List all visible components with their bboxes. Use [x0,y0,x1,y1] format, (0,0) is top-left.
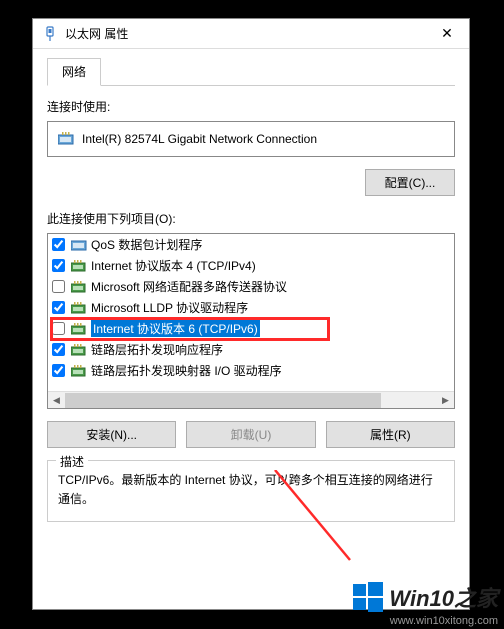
windows-logo-icon [353,582,383,612]
item-checkbox[interactable] [52,322,65,335]
list-item[interactable]: Internet 协议版本 4 (TCP/IPv4) [48,255,454,276]
watermark: Win10之家 www.win10xitong.com [353,581,498,627]
close-icon: ✕ [441,25,453,42]
description-legend: 描述 [56,453,88,470]
window-title: 以太网 属性 [65,25,427,42]
scroll-thumb[interactable] [65,393,381,408]
proto-icon [71,364,87,378]
proto-icon [71,259,87,273]
list-item[interactable]: 链路层拓扑发现响应程序 [48,339,454,360]
titlebar: 以太网 属性 ✕ [33,19,469,49]
qos-icon [71,238,87,252]
configure-button[interactable]: 配置(C)... [365,169,455,196]
item-checkbox[interactable] [52,343,65,356]
item-label: Internet 协议版本 6 (TCP/IPv6) [91,320,260,337]
install-button[interactable]: 安装(N)... [47,421,176,448]
components-listbox[interactable]: QoS 数据包计划程序 Internet 协议版本 4 (TCP/IPv4) Mic… [47,233,455,409]
list-item[interactable]: Microsoft 网络适配器多路传送器协议 [48,276,454,297]
proto-icon [71,301,87,315]
item-checkbox[interactable] [52,238,65,251]
tab-body: 连接时使用: Intel(R) 82574L Gigabit Network C… [47,86,455,522]
proto-icon [71,280,87,294]
ethernet-icon [43,26,57,42]
item-label: 链路层拓扑发现映射器 I/O 驱动程序 [91,362,282,379]
scroll-left-icon[interactable]: ◀ [48,393,65,408]
configure-row: 配置(C)... [47,169,455,196]
watermark-title: Win10之家 [389,581,498,613]
list-item[interactable]: QoS 数据包计划程序 [48,234,454,255]
description-fieldset: 描述 TCP/IPv6。最新版本的 Internet 协议，可以跨多个相互连接的… [47,460,455,522]
list-item[interactable]: Internet 协议版本 6 (TCP/IPv6) [48,318,454,339]
watermark-url: www.win10xitong.com [353,615,498,627]
content-area: 网络 连接时使用: Intel(R) 82574L Gigabit Networ… [33,49,469,536]
scroll-right-icon[interactable]: ▶ [437,393,454,408]
item-label: Microsoft LLDP 协议驱动程序 [91,299,248,316]
item-checkbox[interactable] [52,259,65,272]
uninstall-button[interactable]: 卸载(U) [186,421,315,448]
item-label: 链路层拓扑发现响应程序 [91,341,223,358]
item-checkbox[interactable] [52,280,65,293]
list-item[interactable]: 链路层拓扑发现映射器 I/O 驱动程序 [48,360,454,381]
description-text: TCP/IPv6。最新版本的 Internet 协议，可以跨多个相互连接的网络进… [58,471,444,509]
item-checkbox[interactable] [52,364,65,377]
connect-using-label: 连接时使用: [47,98,455,115]
ethernet-properties-window: 以太网 属性 ✕ 网络 连接时使用: Intel(R) 82574L Gigab… [32,18,470,610]
adapter-name: Intel(R) 82574L Gigabit Network Connecti… [82,132,317,146]
proto-icon [71,322,87,336]
item-label: Internet 协议版本 4 (TCP/IPv4) [91,257,256,274]
properties-button[interactable]: 属性(R) [326,421,455,448]
item-label: Microsoft 网络适配器多路传送器协议 [91,278,287,295]
tab-network[interactable]: 网络 [47,58,101,86]
nic-icon [58,132,74,146]
adapter-box: Intel(R) 82574L Gigabit Network Connecti… [47,121,455,157]
button-row: 安装(N)... 卸载(U) 属性(R) [47,421,455,448]
scroll-track[interactable] [65,393,437,408]
list-item[interactable]: Microsoft LLDP 协议驱动程序 [48,297,454,318]
horizontal-scrollbar[interactable]: ◀ ▶ [48,391,454,408]
items-label: 此连接使用下列项目(O): [47,210,455,227]
item-checkbox[interactable] [52,301,65,314]
close-button[interactable]: ✕ [427,20,467,48]
tab-strip: 网络 [47,57,455,86]
item-label: QoS 数据包计划程序 [91,236,202,253]
proto-icon [71,343,87,357]
